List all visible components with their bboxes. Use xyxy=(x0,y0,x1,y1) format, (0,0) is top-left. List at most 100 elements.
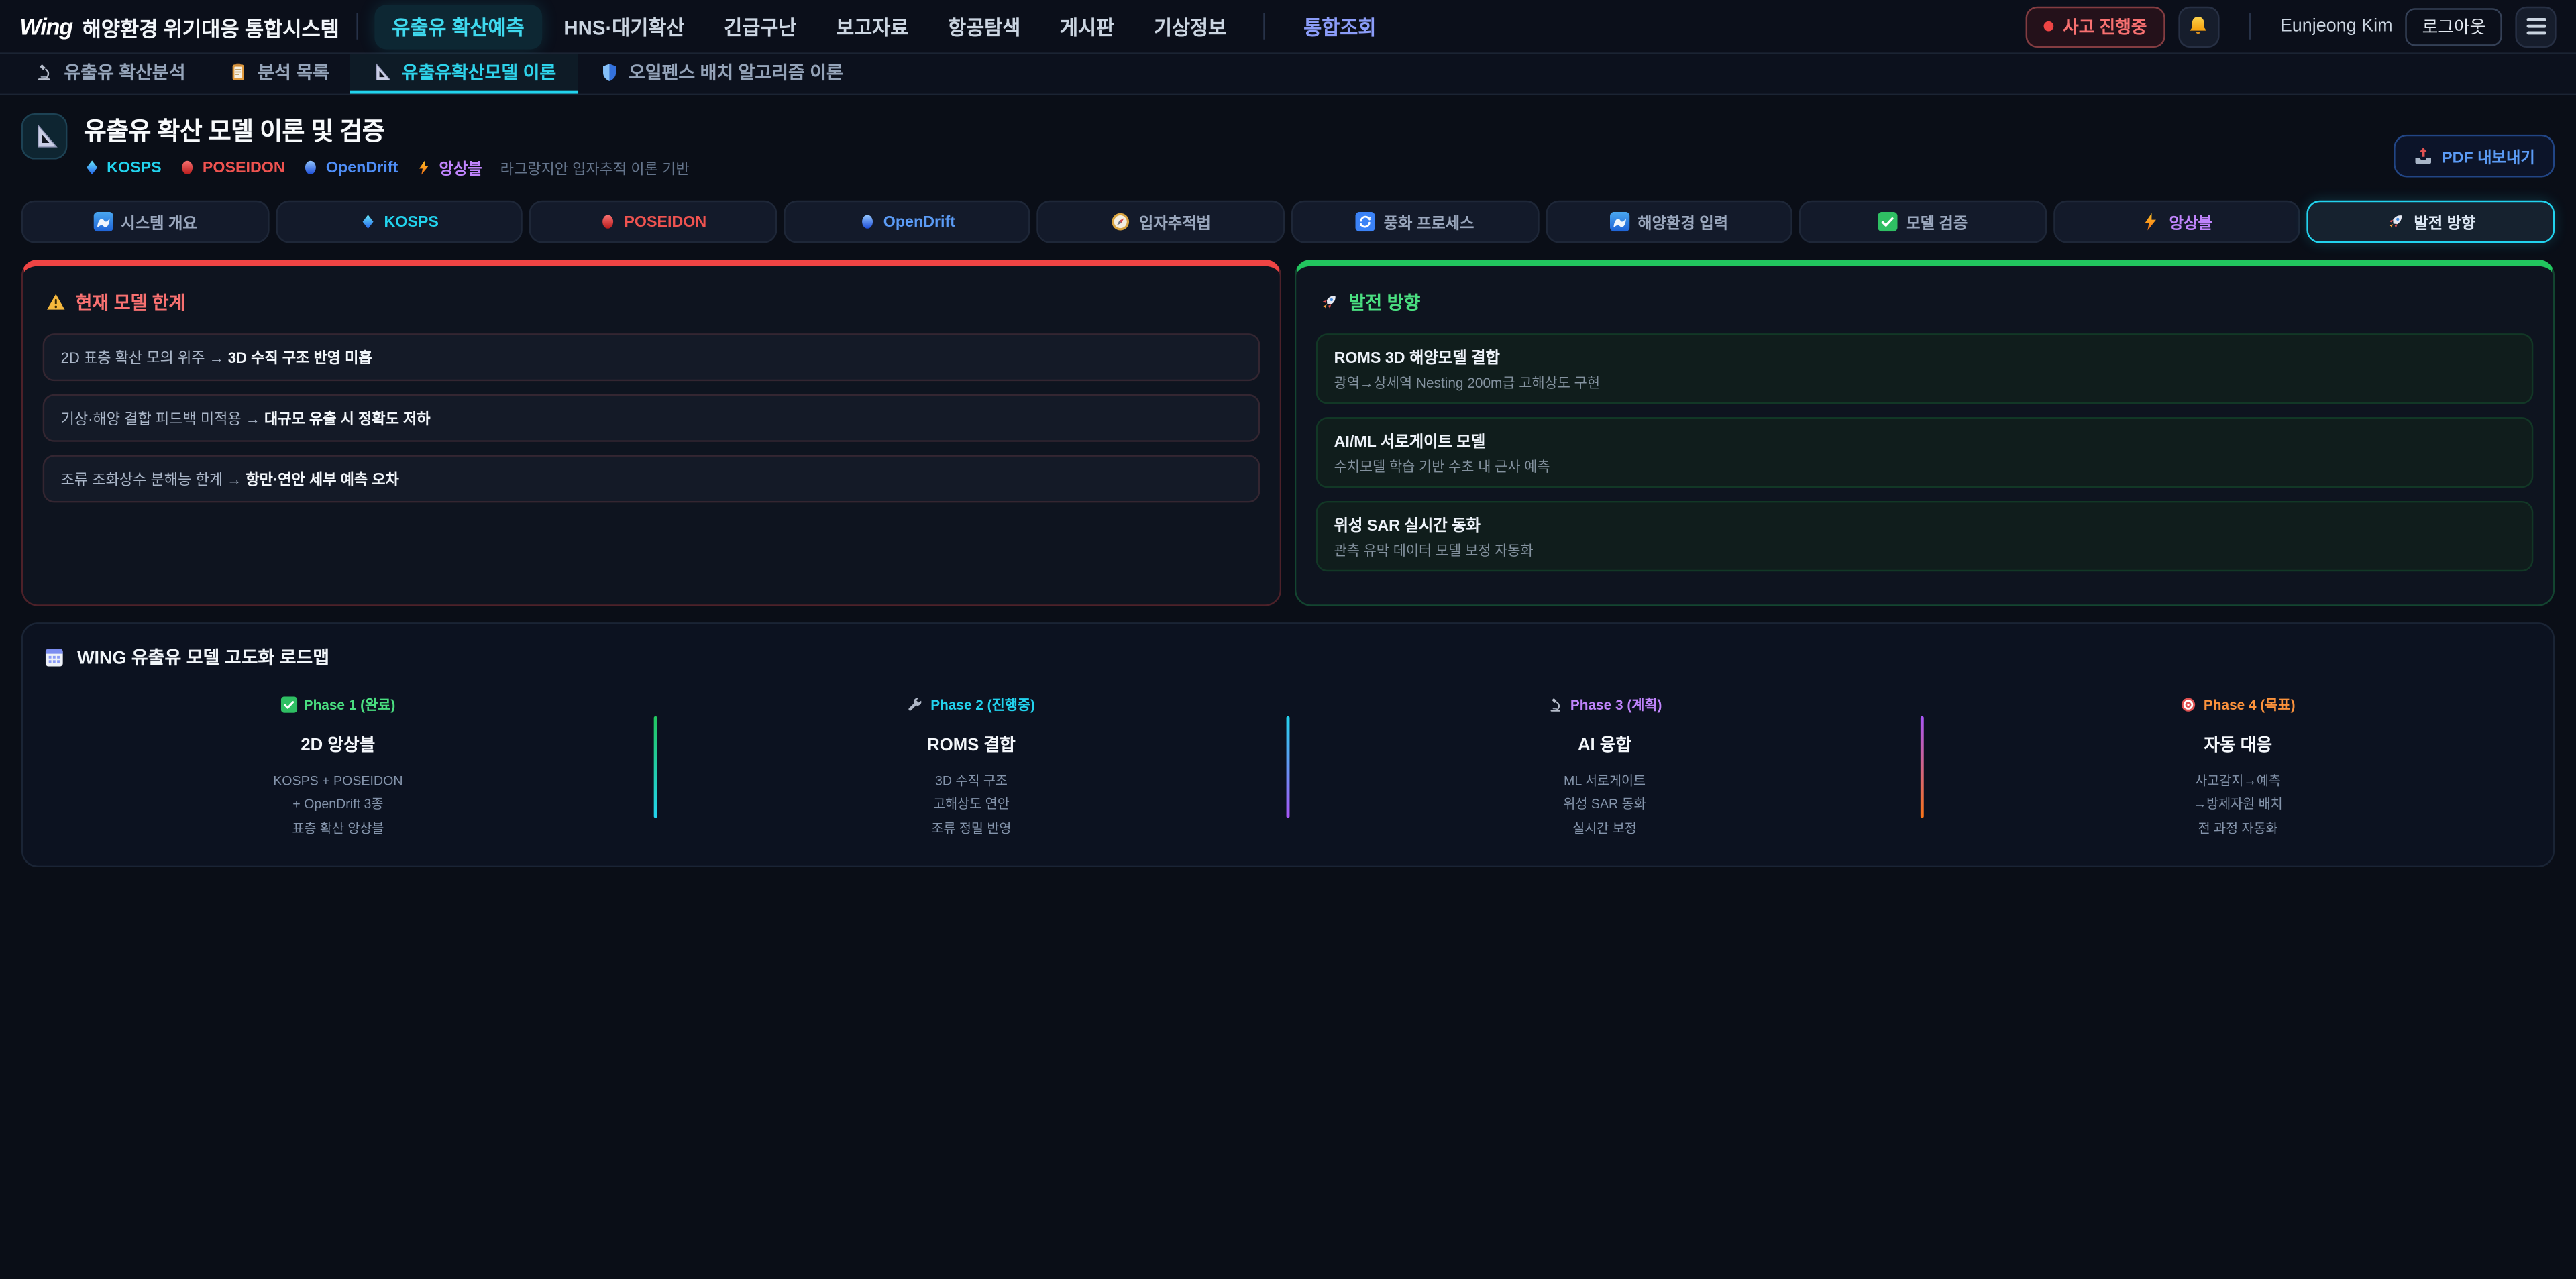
future-title: 발전 방향 xyxy=(1320,289,2534,315)
badge-ensemble: 앙상블 xyxy=(416,156,482,179)
nav-item-integrated-search[interactable]: 통합조회 xyxy=(1285,4,1394,48)
check-icon xyxy=(280,696,297,712)
roadmap-panel: WING 유출유 모델 고도화 로드맵 Phase 1 (완료) 2D 앙상블 … xyxy=(21,622,2555,867)
roadmap-title: WING 유출유 모델 고도화 로드맵 xyxy=(23,644,2553,670)
bell-icon xyxy=(2187,15,2210,38)
chip-weathering-process[interactable]: 풍화 프로세스 xyxy=(1291,201,1539,243)
top-bar: Wing 해양환경 위기대응 통합시스템 유출유 확산예측 HNS·대기확산 긴… xyxy=(0,0,2576,54)
nav-item-board[interactable]: 게시판 xyxy=(1042,4,1132,48)
diamond-icon xyxy=(84,160,100,176)
rocket-icon xyxy=(1320,292,1339,312)
future-item: AI/ML 서로게이트 모델 수치모델 학습 기반 수초 내 근사 예측 xyxy=(1316,417,2534,488)
blue-circle-icon xyxy=(859,213,875,229)
page-icon-tile xyxy=(21,113,68,160)
wing-logo: Wing xyxy=(19,13,72,40)
nav-item-weather-info[interactable]: 기상정보 xyxy=(1136,4,1244,48)
lightning-icon xyxy=(416,160,432,176)
red-circle-icon xyxy=(180,160,196,176)
chip-opendrift[interactable]: OpenDrift xyxy=(784,201,1031,243)
page-title: 유출유 확산 모델 이론 및 검증 xyxy=(84,113,690,148)
badge-kosps: KOSPS xyxy=(84,158,162,176)
header-note: 라그랑지안 입자추적 이론 기반 xyxy=(500,157,690,178)
nav-item-reports[interactable]: 보고자료 xyxy=(818,4,926,48)
nav-item-hns-air-dispersion[interactable]: HNS·대기확산 xyxy=(545,4,702,48)
tab-oil-fence-algorithm[interactable]: 오일펜스 배치 알고리즘 이론 xyxy=(578,54,865,94)
lightning-icon xyxy=(2141,212,2161,231)
roadmap-phase-2: Phase 2 (진행중) ROMS 결합 3D 수직 구조 고해상도 연안 조… xyxy=(656,691,1286,841)
shield-icon xyxy=(599,62,619,82)
limitation-item: 기상·해양 결합 피드백 미적용 → 대규모 유출 시 정확도 저하 xyxy=(43,394,1260,442)
pdf-export-button[interactable]: PDF 내보내기 xyxy=(2394,135,2555,178)
tab-model-theory[interactable]: 유출유확산모델 이론 xyxy=(351,54,578,94)
phase-2-tag: Phase 2 (진행중) xyxy=(908,695,1035,714)
nav-item-aerial-search[interactable]: 항공탐색 xyxy=(930,4,1038,48)
chip-system-overview[interactable]: 시스템 개요 xyxy=(21,201,269,243)
main-nav: 유출유 확산예측 HNS·대기확산 긴급구난 보고자료 항공탐색 게시판 기상정… xyxy=(374,4,1394,48)
main-content: 유출유 확산 모델 이론 및 검증 KOSPS POSEIDON OpenDri… xyxy=(0,113,2576,868)
limitations-title: 현재 모델 한계 xyxy=(46,289,1260,315)
future-direction-panel: 발전 방향 ROMS 3D 해양모델 결합 광역→상세역 Nesting 200… xyxy=(1295,260,2555,606)
app-root: Wing 해양환경 위기대응 통합시스템 유출유 확산예측 HNS·대기확산 긴… xyxy=(0,0,2576,1279)
chip-ocean-env-input[interactable]: 해양환경 입력 xyxy=(1545,201,1792,243)
roadmap-phases: Phase 1 (완료) 2D 앙상블 KOSPS + POSEIDON + O… xyxy=(23,691,2553,841)
cycle-icon xyxy=(1356,212,1375,231)
limitation-item: 조류 조화상수 분해능 한계 → 항만·연안 세부 예측 오차 xyxy=(43,455,1260,502)
divider xyxy=(356,13,357,40)
triangle-ruler-icon xyxy=(372,62,392,82)
notifications-button[interactable] xyxy=(2178,6,2219,47)
future-item: 위성 SAR 실시간 동화 관측 유막 데이터 모델 보정 자동화 xyxy=(1316,501,2534,571)
tab-spill-analysis[interactable]: 유출유 확산분석 xyxy=(13,54,207,94)
rocket-icon xyxy=(2386,212,2406,231)
panel-row: 현재 모델 한계 2D 표층 확산 모의 위주 → 3D 수직 구조 반영 미흡… xyxy=(21,260,2555,606)
current-limitations-panel: 현재 모델 한계 2D 표층 확산 모의 위주 → 3D 수직 구조 반영 미흡… xyxy=(21,260,1281,606)
diamond-icon xyxy=(360,213,376,229)
incident-status-badge[interactable]: 사고 진행중 xyxy=(2025,6,2165,47)
warning-icon xyxy=(46,292,66,312)
red-circle-icon xyxy=(600,213,616,229)
phase-3-tag: Phase 3 (계획) xyxy=(1548,695,1662,714)
page-head-text: 유출유 확산 모델 이론 및 검증 KOSPS POSEIDON OpenDri… xyxy=(84,113,690,179)
check-icon xyxy=(1878,212,1898,231)
chip-ensemble[interactable]: 앙상블 xyxy=(2053,201,2301,243)
blue-circle-icon xyxy=(303,160,319,176)
roadmap-phase-3: Phase 3 (계획) AI 융합 ML 서로게이트 위성 SAR 동화 실시… xyxy=(1289,691,1919,841)
wrench-icon xyxy=(908,696,924,712)
future-item: ROMS 3D 해양모델 결합 광역→상세역 Nesting 200m급 고해상… xyxy=(1316,333,2534,404)
hamburger-icon xyxy=(2526,17,2545,34)
logout-button[interactable]: 로그아웃 xyxy=(2406,7,2502,45)
limitation-item: 2D 표층 확산 모의 위주 → 3D 수직 구조 반영 미흡 xyxy=(43,333,1260,381)
calendar-icon xyxy=(43,645,66,668)
divider xyxy=(1264,13,1265,40)
sub-tab-bar: 유출유 확산분석 분석 목록 유출유확산모델 이론 오일펜스 배치 알고리즘 이… xyxy=(0,54,2576,95)
compass-icon xyxy=(1111,212,1130,231)
nav-item-emergency-rescue[interactable]: 긴급구난 xyxy=(706,4,814,48)
divider xyxy=(2249,13,2250,40)
model-badge-row: KOSPS POSEIDON OpenDrift 앙상블 라그랑지안 입자추 xyxy=(84,156,690,179)
chip-poseidon[interactable]: POSEIDON xyxy=(529,201,777,243)
roadmap-phase-4: Phase 4 (목표) 자동 대응 사고감지→예측 →방제자원 배치 전 과정… xyxy=(1923,691,2553,841)
roadmap-phase-1: Phase 1 (완료) 2D 앙상블 KOSPS + POSEIDON + O… xyxy=(23,691,653,841)
export-icon xyxy=(2414,146,2434,166)
badge-opendrift: OpenDrift xyxy=(303,158,398,176)
wave-icon xyxy=(1610,212,1629,231)
chip-particle-tracking[interactable]: 입자추적법 xyxy=(1037,201,1285,243)
topbar-right: 사고 진행중 Eunjeong Kim 로그아웃 xyxy=(2025,6,2557,47)
microscope-icon xyxy=(1548,696,1564,712)
chip-kosps[interactable]: KOSPS xyxy=(275,201,523,243)
chip-future-direction[interactable]: 발전 방향 xyxy=(2307,201,2555,243)
section-chip-row: 시스템 개요 KOSPS POSEIDON OpenDrift 입자추적법 풍화… xyxy=(21,201,2555,243)
chip-model-validation[interactable]: 모델 검증 xyxy=(1799,201,2047,243)
nav-item-oil-spill-prediction[interactable]: 유출유 확산예측 xyxy=(374,4,542,48)
phase-1-tag: Phase 1 (완료) xyxy=(280,695,395,714)
app-title: 해양환경 위기대응 통합시스템 xyxy=(83,11,339,42)
badge-poseidon: POSEIDON xyxy=(180,158,285,176)
page-header: 유출유 확산 모델 이론 및 검증 KOSPS POSEIDON OpenDri… xyxy=(21,113,2555,179)
brand: Wing 해양환경 위기대응 통합시스템 xyxy=(19,11,339,42)
menu-button[interactable] xyxy=(2515,6,2556,47)
phase-4-tag: Phase 4 (목표) xyxy=(2181,695,2296,714)
target-icon xyxy=(2181,696,2197,712)
red-dot-icon xyxy=(2043,21,2053,32)
tab-analysis-list[interactable]: 분석 목록 xyxy=(207,54,350,94)
triangle-ruler-icon xyxy=(32,123,58,150)
wave-icon xyxy=(93,212,113,231)
